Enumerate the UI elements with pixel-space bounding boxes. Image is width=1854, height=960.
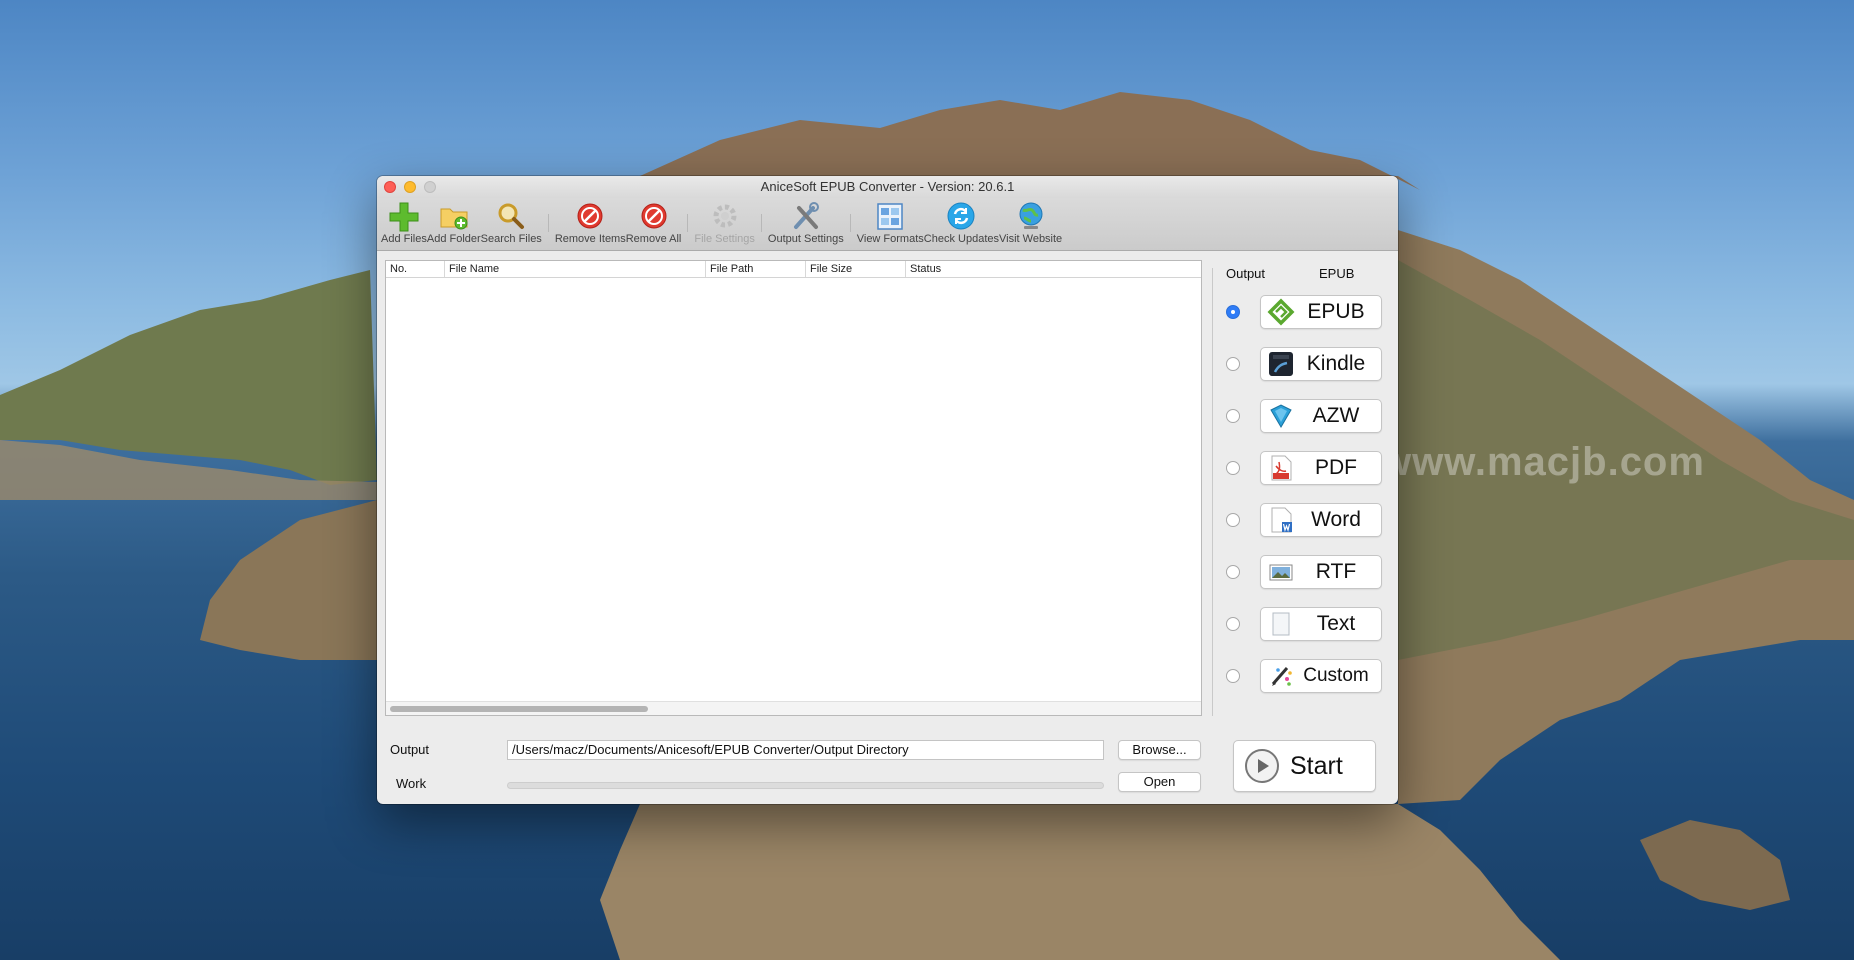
magnifier-icon (498, 203, 525, 229)
no-entry-icon (641, 203, 667, 229)
format-option-kindle: Kindle (377, 347, 1398, 383)
output-path-field[interactable]: /Users/macz/Documents/Anicesoft/EPUB Con… (507, 740, 1104, 760)
view-formats-button[interactable]: View Formats (857, 198, 924, 245)
work-progress-bar (507, 782, 1104, 789)
epub-format-button[interactable]: EPUB (1260, 295, 1382, 329)
globe-icon (1019, 202, 1043, 229)
epub-icon (1267, 298, 1295, 326)
azw-radio[interactable] (1226, 409, 1240, 423)
word-radio[interactable] (1226, 513, 1240, 527)
refresh-icon (947, 202, 975, 230)
window-controls (384, 181, 436, 193)
toolbar-separator (547, 214, 549, 232)
rtf-radio[interactable] (1226, 565, 1240, 579)
folder-add-icon (440, 208, 468, 230)
formats-grid-icon (877, 203, 903, 230)
browse-button[interactable]: Browse... (1118, 740, 1201, 760)
title-bar: AniceSoft EPUB Converter - Version: 20.6… (377, 176, 1398, 198)
add-folder-button[interactable]: Add Folder (427, 198, 481, 245)
epub-radio[interactable] (1226, 305, 1240, 319)
format-option-pdf: PDF (377, 451, 1398, 487)
text-radio[interactable] (1226, 617, 1240, 631)
scrollbar-thumb[interactable] (390, 706, 648, 712)
custom-pen-icon (1267, 662, 1295, 690)
close-button[interactable] (384, 181, 396, 193)
column-header-file-path[interactable]: File Path (706, 261, 806, 277)
minimize-button[interactable] (404, 181, 416, 193)
azw-format-button[interactable]: AZW (1260, 399, 1382, 433)
pdf-icon (1267, 454, 1295, 482)
format-option-epub: EPUB (377, 295, 1398, 331)
check-updates-button[interactable]: Check Updates (924, 198, 999, 245)
table-header: No. File Name File Path File Size Status (386, 261, 1201, 278)
watermark: www.macjb.com (1380, 440, 1705, 484)
rtf-format-button[interactable]: RTF (1260, 555, 1382, 589)
column-header-file-size[interactable]: File Size (806, 261, 906, 277)
current-format-label: EPUB (1319, 266, 1355, 281)
custom-format-button[interactable]: Custom (1260, 659, 1382, 693)
azw-book-icon (1267, 402, 1295, 430)
no-entry-icon (577, 203, 603, 229)
add-files-button[interactable]: Add Files (381, 198, 427, 245)
output-settings-button[interactable]: Output Settings (768, 198, 844, 245)
column-header-file-name[interactable]: File Name (445, 261, 706, 277)
app-window: AniceSoft EPUB Converter - Version: 20.6… (377, 176, 1398, 804)
output-label: Output (390, 742, 430, 757)
horizontal-scrollbar[interactable] (386, 701, 1201, 715)
word-format-button[interactable]: Word (1260, 503, 1382, 537)
custom-radio[interactable] (1226, 669, 1240, 683)
toolbar: Add Files Add Folder Search Files Remove… (377, 198, 1398, 251)
text-format-button[interactable]: Text (1260, 607, 1382, 641)
format-option-rtf: RTF (377, 555, 1398, 591)
green-plus-icon (389, 202, 419, 232)
window-title: AniceSoft EPUB Converter - Version: 20.6… (760, 179, 1015, 194)
format-option-azw: AZW (377, 399, 1398, 435)
start-button[interactable]: Start (1233, 740, 1376, 792)
column-header-no[interactable]: No. (386, 261, 445, 277)
remove-all-button[interactable]: Remove All (626, 198, 681, 245)
pdf-format-button[interactable]: PDF (1260, 451, 1382, 485)
kindle-format-button[interactable]: Kindle (1260, 347, 1382, 381)
format-option-text: Text (377, 607, 1398, 643)
text-file-icon (1267, 610, 1295, 638)
zoom-button[interactable] (424, 181, 436, 193)
toolbar-separator (849, 214, 851, 232)
column-header-status[interactable]: Status (906, 261, 1201, 277)
format-option-word: Word (377, 503, 1398, 539)
search-files-button[interactable]: Search Files (481, 198, 542, 245)
play-icon (1245, 749, 1279, 783)
remove-items-button[interactable]: Remove Items (555, 198, 626, 245)
tools-icon (793, 202, 819, 229)
visit-website-button[interactable]: Visit Website (999, 198, 1062, 245)
panel-divider (1212, 268, 1213, 716)
work-label: Work (396, 776, 427, 791)
file-settings-button[interactable]: File Settings (694, 198, 755, 245)
open-button[interactable]: Open (1118, 772, 1201, 792)
output-heading: Output (1226, 266, 1266, 281)
toolbar-separator (687, 214, 689, 232)
rtf-image-icon (1267, 558, 1295, 586)
gear-icon (713, 204, 737, 228)
kindle-radio[interactable] (1226, 357, 1240, 371)
kindle-icon (1267, 350, 1295, 378)
format-option-custom: Custom (377, 659, 1398, 695)
pdf-radio[interactable] (1226, 461, 1240, 475)
toolbar-separator (760, 214, 762, 232)
word-document-icon (1267, 506, 1295, 534)
